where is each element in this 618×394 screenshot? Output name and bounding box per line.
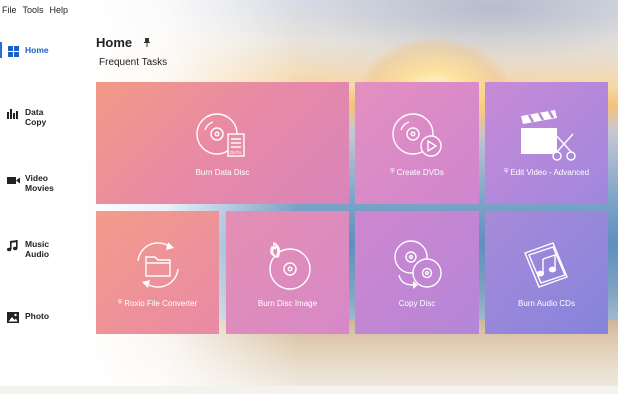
menu-bar: File Tools Help <box>2 5 68 15</box>
disc-flame-icon <box>260 237 316 293</box>
sidebar-item-label: Photo <box>25 311 50 321</box>
image-icon <box>6 310 20 324</box>
sidebar-item-label: Video <box>25 173 48 183</box>
task-label: Edit Video - Advanced <box>510 167 590 177</box>
task-label: Copy Disc <box>398 299 436 308</box>
menu-help[interactable]: Help <box>50 5 69 15</box>
task-tile-create-dvds[interactable]: ⛨ Create DVDs <box>355 82 479 204</box>
task-label: Roxio File Converter <box>124 299 198 308</box>
task-label: Burn Disc Image <box>257 299 318 308</box>
task-tile-roxio-file-converter[interactable]: ⛨ Roxio File Converter <box>96 211 219 334</box>
task-tile-burn-audio-cds[interactable]: Burn Audio CDs <box>485 211 608 334</box>
pin-icon[interactable] <box>144 38 150 49</box>
clapperboard-scissors-icon <box>517 109 577 162</box>
sidebar-item-label: Data <box>25 107 44 117</box>
bar-chart-icon <box>6 107 20 121</box>
sidebar-item-photo[interactable]: Photo <box>6 310 49 324</box>
disc-document-icon: DATA <box>195 110 251 162</box>
page-title: Home <box>96 35 133 50</box>
task-label: Burn Data Disc <box>195 167 250 177</box>
task-label: Burn Audio CDs <box>518 299 575 308</box>
sidebar-active-indicator <box>0 42 2 58</box>
sidebar-item-label: Home <box>25 45 49 55</box>
grid-icon <box>6 44 20 58</box>
music-note-icon <box>6 239 20 253</box>
task-tile-burn-data-disc[interactable]: DATA Burn Data Disc <box>96 82 349 204</box>
sidebar-item-music-audio[interactable]: Music Audio <box>6 239 49 259</box>
task-tile-burn-disc-image[interactable]: Burn Disc Image <box>226 211 349 334</box>
sidebar-item-video-movies[interactable]: Video Movies <box>6 173 54 193</box>
svg-text:DATA: DATA <box>230 150 241 155</box>
menu-tools[interactable]: Tools <box>23 5 44 15</box>
shield-icon: ⛨ <box>503 168 509 175</box>
disc-play-icon <box>389 110 445 162</box>
folder-convert-icon <box>130 237 186 293</box>
section-subtitle: Frequent Tasks <box>99 57 168 68</box>
sidebar-item-home[interactable]: Home <box>6 44 49 58</box>
shield-icon: ⛨ <box>390 168 395 175</box>
copy-disc-icon <box>389 237 445 293</box>
sidebar-item-label: Music <box>25 239 50 249</box>
bottom-strip <box>0 386 618 394</box>
sidebar-item-label: Movies <box>25 183 54 193</box>
sidebar-item-label: Audio <box>25 249 50 259</box>
sidebar-item-data-copy[interactable]: Data Copy <box>6 107 46 127</box>
shield-icon: ⛨ <box>117 300 123 306</box>
task-label: Create DVDs <box>396 167 444 177</box>
music-album-icon <box>519 237 575 293</box>
task-tile-copy-disc[interactable]: Copy Disc <box>355 211 479 334</box>
menu-file[interactable]: File <box>2 5 17 15</box>
video-camera-icon <box>6 173 20 187</box>
sidebar-item-label: Copy <box>25 117 47 127</box>
task-tile-edit-video-advanced[interactable]: ⛨ Edit Video - Advanced <box>485 82 608 204</box>
